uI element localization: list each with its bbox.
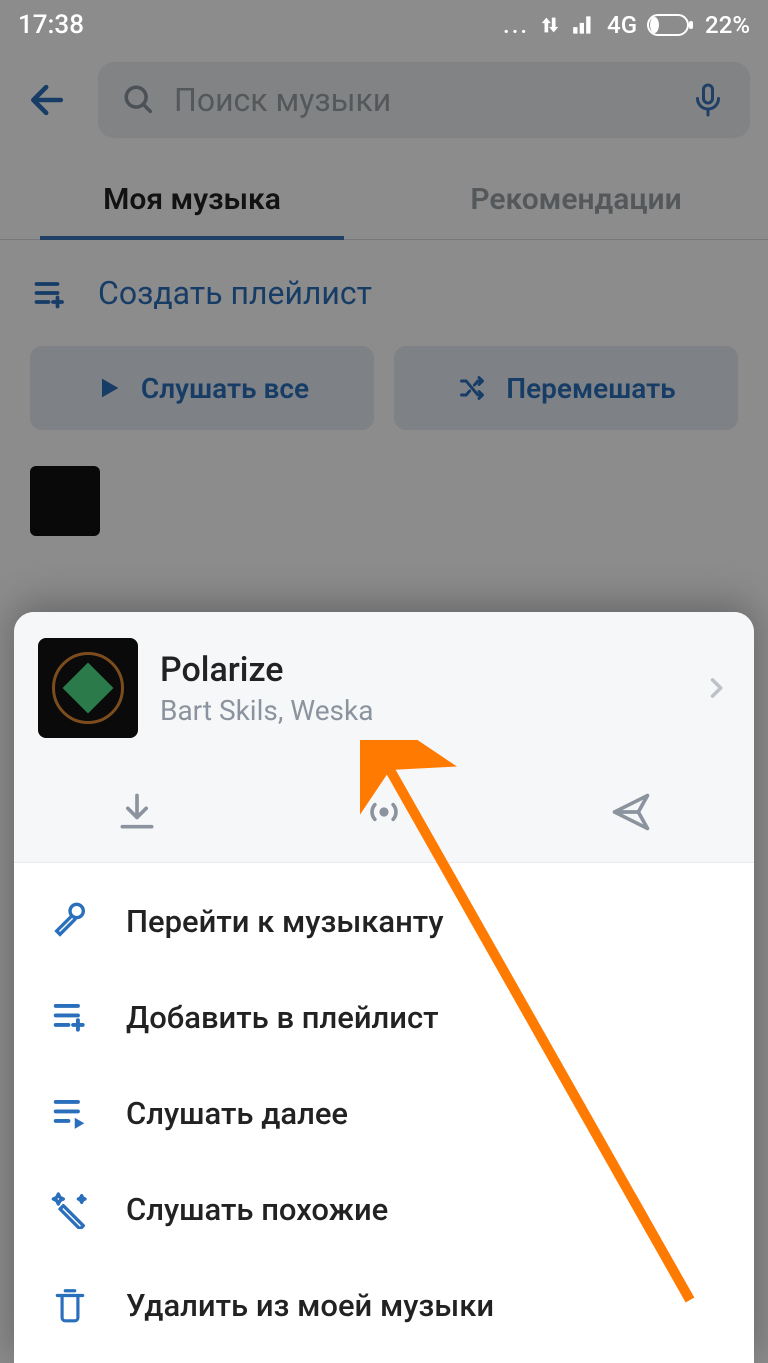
bottom-sheet: Polarize Bart Skils, Weska Перейти к муз… [14,612,754,1363]
menu-label: Перейти к музыканту [126,903,444,940]
menu-delete[interactable]: Удалить из моей музыки [14,1257,754,1353]
queue-next-icon [50,1094,90,1132]
menu-play-similar[interactable]: Слушать похожие [14,1161,754,1257]
microphone-icon [50,901,90,941]
battery-icon [647,14,695,36]
track-title: Polarize [160,650,680,690]
menu-label: Добавить в плейлист [126,999,439,1036]
trash-icon [51,1284,89,1326]
menu-label: Слушать похожие [126,1191,388,1228]
network-label: 4G [607,11,637,39]
menu-go-to-artist[interactable]: Перейти к музыканту [14,873,754,969]
magic-wand-icon [50,1189,90,1229]
status-time: 17:38 [18,10,84,40]
chevron-right-icon [702,674,730,702]
download-icon [115,790,159,834]
sheet-track-header[interactable]: Polarize Bart Skils, Weska [14,612,754,762]
broadcast-icon [359,790,409,834]
menu-play-next[interactable]: Слушать далее [14,1065,754,1161]
album-cover [38,638,138,738]
track-artist: Bart Skils, Weska [160,694,680,727]
download-button[interactable] [14,762,261,862]
signal-icon [571,14,597,36]
battery-percent: 22% [705,11,750,39]
playlist-add-icon [50,998,90,1036]
share-button[interactable] [507,762,754,862]
menu-label: Слушать далее [126,1095,348,1132]
data-transfer-icon [539,14,561,36]
broadcast-button[interactable] [261,762,508,862]
menu-label: Удалить из моей музыки [126,1287,494,1324]
menu-add-to-playlist[interactable]: Добавить в плейлист [14,969,754,1065]
share-icon [607,790,655,834]
status-right: ... 4G 22% [503,11,750,39]
more-dots-icon: ... [503,11,529,39]
